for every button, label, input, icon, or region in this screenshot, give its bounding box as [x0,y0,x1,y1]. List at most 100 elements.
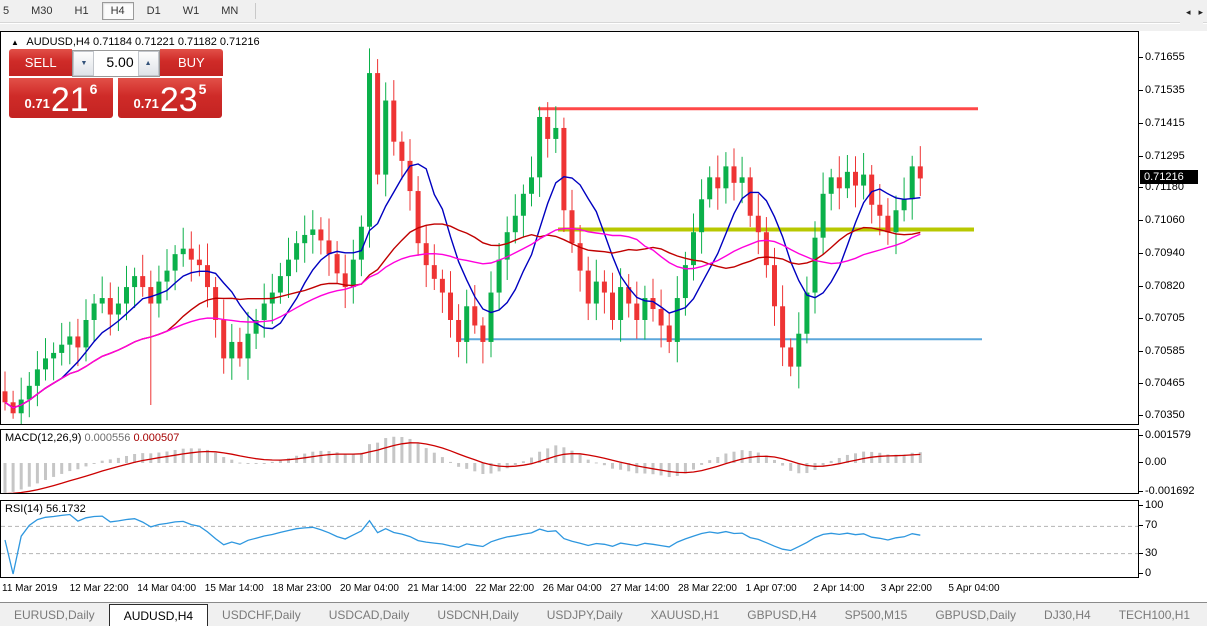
tf-button-d1[interactable]: D1 [138,2,170,20]
tf-button-m30[interactable]: M30 [22,2,61,20]
sell-price-big: 21 [50,81,89,119]
rsi-scale-label: 30 [1145,546,1158,559]
sell-price-quote[interactable]: 0.71 21 6 [9,78,113,118]
tab-scroll-right-icon[interactable]: ▸ [1198,7,1203,18]
volume-decrease-icon[interactable]: ▼ [73,51,95,76]
tf-button-w1[interactable]: W1 [174,2,209,20]
rsi-name: RSI(14) [5,503,43,515]
macd-scale-label: 0.001579 [1145,429,1191,442]
axis-tick-mark [1139,573,1143,574]
chart-high-value: 0.71221 [135,36,175,48]
rsi-scale-label: 0 [1145,567,1152,579]
symbol-tab-tech100-h1[interactable]: TECH100,H1 [1105,603,1204,626]
symbol-tab-xauusd-h1[interactable]: XAUUSD,H1 [637,603,734,626]
axis-tick-mark [1139,57,1143,58]
tab-scroll-controls: ◂ ▸ [1179,0,1203,24]
collapse-panel-icon[interactable]: ▲ [11,38,19,47]
symbol-tab-audusd-h4[interactable]: AUDUSD,H4 [108,604,209,626]
symbol-tab-gbpusd-h4[interactable]: GBPUSD,H4 [733,603,830,626]
rsi-scale-label: 70 [1145,519,1158,532]
time-axis-label: 28 Mar 22:00 [678,583,737,594]
buy-button[interactable]: BUY [159,49,224,76]
toolbar-divider [255,3,257,19]
buy-price-prefix: 0.71 [133,96,159,111]
symbol-tab-dj30-h4[interactable]: DJ30,H4 [1030,603,1105,626]
axis-tick-mark [1139,435,1143,437]
time-axis-label: 14 Mar 04:00 [137,583,197,594]
time-axis-label: 27 Mar 14:00 [610,583,670,594]
price-axis-label: 0.71060 [1145,214,1185,227]
axis-tick-mark [1139,350,1143,352]
time-axis-label: 1 Apr 07:00 [745,583,797,594]
buy-price-pip: 5 [198,81,207,97]
chart-low-value: 0.71182 [177,36,217,48]
volume-input[interactable]: 5.00 [94,51,137,76]
axis-tick-mark [1139,505,1143,506]
macd-label: MACD(12,26,9) 0.000556 0.000507 [5,432,179,444]
sell-price-prefix: 0.71 [24,96,50,111]
price-axis-label: 0.70940 [1145,247,1185,260]
buy-price-quote[interactable]: 0.71 23 5 [118,78,222,118]
price-axis-label: 0.70705 [1145,311,1185,324]
chart-open-value: 0.71184 [93,36,132,48]
sell-price-pip: 6 [89,81,98,97]
macd-scale-label: 0.00 [1145,456,1167,468]
macd-scale-label: -0.001692 [1145,484,1195,497]
symbol-tab-eurusd-daily[interactable]: EURUSD,Daily [0,603,109,626]
time-axis-label: 18 Mar 23:00 [272,583,332,594]
tf-button-h1[interactable]: H1 [66,2,98,20]
axis-tick-mark [1139,89,1143,91]
macd-name: MACD(12,26,9) [5,432,82,444]
chart-tab-bar: EURUSD,Daily AUDUSD,H4 USDCHF,Daily USDCAD,… [0,602,1207,626]
time-axis-label: 11 Mar 2019 [2,583,58,594]
time-axis-label: 15 Mar 14:00 [204,583,264,594]
time-axis-label: 2 Apr 14:00 [813,583,865,594]
axis-tick-mark [1139,490,1143,492]
symbol-tab-usdcnh-daily[interactable]: USDCNH,Daily [423,603,532,626]
macd-signal-value: 0.000507 [133,432,180,444]
axis-tick-mark [1139,155,1143,157]
tf-button-h4[interactable]: H4 [101,2,134,20]
volume-stepper: ▼ 5.00 ▲ [72,50,160,77]
buy-price-big: 23 [159,81,198,119]
time-axis-label: 21 Mar 14:00 [407,583,467,594]
tf-button-mn[interactable]: MN [212,2,247,20]
price-axis-label: 0.71295 [1145,149,1185,162]
current-price-tag: 0.71216 [1140,170,1198,185]
price-axis-label: 0.70820 [1145,280,1185,293]
time-axis-label: 5 Apr 04:00 [948,583,1000,594]
time-axis: 11 Mar 2019 12 Mar 22:00 14 Mar 04:00 15 Ma… [0,578,1139,602]
axis-tick-mark [1139,415,1143,416]
main-chart-panel[interactable]: ▲ AUDUSD,H4 0.71184 0.71221 0.71182 0.71… [0,31,1139,425]
price-axis-label: 0.71655 [1145,51,1185,63]
symbol-tab-gbpusd-daily[interactable]: GBPUSD,Daily [921,603,1030,626]
terminal-window: 5 M30 H1 H4 D1 W1 MN ▲ AUDUSD,H4 0.71184… [0,0,1207,626]
axis-tick-mark [1139,317,1143,319]
volume-increase-icon[interactable]: ▲ [137,51,159,76]
sell-button[interactable]: SELL [9,49,73,76]
time-axis-label: 3 Apr 22:00 [880,583,932,594]
rsi-canvas[interactable] [1,501,1138,577]
axis-tick-mark [1139,187,1143,189]
symbol-tab-usdjpy-daily[interactable]: USDJPY,Daily [533,603,637,626]
symbol-tab-usdcad-daily[interactable]: USDCAD,Daily [315,603,424,626]
one-click-trading-widget: SELL ▼ 5.00 ▲ BUY 0.71 21 6 0.71 23 5 [9,49,224,118]
time-axis-label: 22 Mar 22:00 [475,583,535,594]
tf-button-m5[interactable]: 5 [0,2,18,20]
axis-tick-mark [1139,525,1143,527]
axis-tick-mark [1139,220,1143,222]
chart-close-value: 0.71216 [219,36,260,48]
rsi-indicator-panel[interactable]: RSI(14) 56.1732 [0,500,1139,578]
rsi-scale-label: 100 [1145,499,1164,511]
macd-main-value: 0.000556 [84,432,131,444]
rsi-label: RSI(14) 56.1732 [5,503,86,515]
axis-tick-mark [1139,122,1143,124]
tab-scroll-left-icon[interactable]: ◂ [1186,7,1191,18]
time-axis-label: 26 Mar 04:00 [542,583,602,594]
axis-tick-mark [1139,462,1143,463]
axis-tick-mark [1139,383,1143,385]
symbol-tab-sp500-m15[interactable]: SP500,M15 [831,603,922,626]
chart-symbol-period: AUDUSD,H4 [26,36,90,48]
symbol-tab-usdchf-daily[interactable]: USDCHF,Daily [208,603,315,626]
macd-indicator-panel[interactable]: MACD(12,26,9) 0.000556 0.000507 [0,429,1139,494]
